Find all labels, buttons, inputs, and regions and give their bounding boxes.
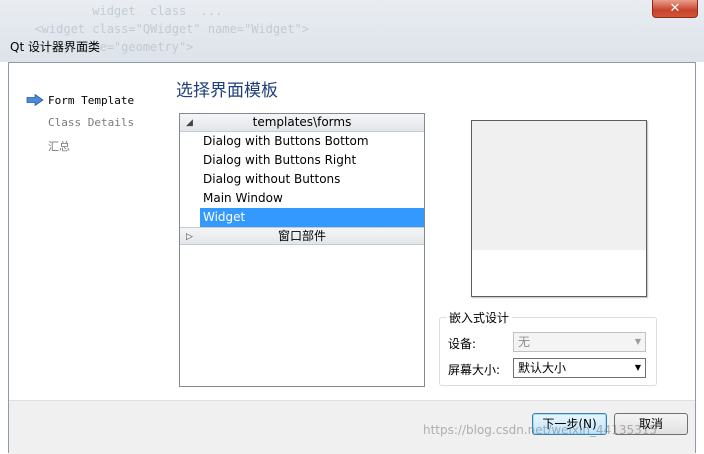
page-title: 选择界面模板: [176, 81, 278, 101]
template-tree[interactable]: ◢ templates\forms Dialog with Buttons Bo…: [179, 113, 425, 387]
preview-widget-area: [472, 121, 646, 250]
tree-item-dialog-buttons-right[interactable]: Dialog with Buttons Right: [180, 151, 424, 170]
screen-size-label: 屏幕大小:: [448, 363, 501, 377]
nav-step-summary: 汇总: [48, 140, 70, 153]
tree-item-main-window[interactable]: Main Window: [180, 189, 424, 208]
expanded-triangle-icon[interactable]: ◢: [186, 114, 193, 132]
nav-step-form-template: Form Template: [48, 94, 135, 107]
tree-item-dialog-buttons-bottom[interactable]: Dialog with Buttons Bottom: [180, 132, 424, 151]
chevron-down-icon: ▼: [634, 337, 641, 346]
tree-item-widget[interactable]: Widget: [180, 208, 424, 227]
device-combo: 无 ▼: [513, 332, 646, 352]
tree-item-dialog-without-buttons[interactable]: Dialog without Buttons: [180, 170, 424, 189]
watermark: https://blog.csdn.net/weixin_44135315: [423, 423, 658, 437]
embedded-design-title: 嵌入式设计: [446, 309, 513, 326]
chevron-down-icon[interactable]: ▼: [635, 359, 641, 377]
collapsed-triangle-icon[interactable]: ▷: [186, 228, 193, 246]
template-preview: [471, 120, 647, 297]
screen-size-value: 默认大小: [518, 361, 567, 375]
window-title: Qt 设计器界面类: [10, 40, 100, 54]
title-bar[interactable]: widget class ... <widget class="QWidget"…: [0, 0, 704, 62]
tree-group-widgets[interactable]: ▷ 窗口部件: [180, 227, 424, 245]
tree-group-templates-forms[interactable]: ◢ templates\forms: [180, 114, 424, 132]
nav-step-class-details: Class Details: [48, 116, 135, 129]
screen-size-combo[interactable]: 默认大小 ▼: [513, 358, 646, 378]
close-icon: ✕: [669, 1, 681, 16]
background-code: widget class ... <widget class="QWidget"…: [20, 4, 309, 54]
close-button[interactable]: ✕: [652, 0, 698, 18]
device-value: 无: [518, 335, 531, 349]
device-label: 设备:: [448, 337, 477, 351]
current-step-arrow-icon: [26, 94, 44, 106]
